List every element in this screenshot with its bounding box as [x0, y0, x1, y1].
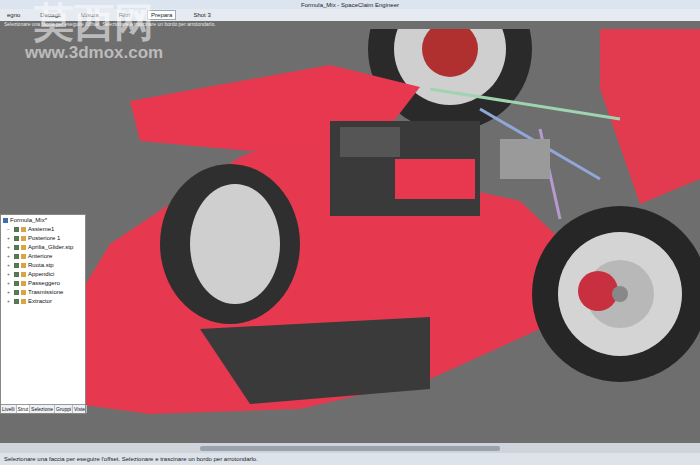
ribbon-tab[interactable]: egno [4, 11, 23, 19]
tree-item[interactable]: +Extractor [3, 297, 83, 306]
visibility-checkbox[interactable] [14, 272, 19, 277]
visibility-checkbox[interactable] [14, 236, 19, 241]
tree-root[interactable]: Formula_Mix* [3, 216, 83, 225]
tree-item[interactable]: −Assieme1 [3, 225, 83, 234]
hint-bar: Selezionare una faccia per eseguire l'of… [0, 21, 700, 29]
ribbon-tab[interactable]: Filtri [116, 11, 133, 19]
ribbon-tab[interactable]: Dettagli [37, 11, 63, 19]
component-icon [21, 290, 26, 295]
expand-icon[interactable]: + [7, 272, 12, 277]
component-icon [21, 299, 26, 304]
component-icon [21, 245, 26, 250]
car-model-icon[interactable] [0, 29, 700, 436]
visibility-checkbox[interactable] [14, 263, 19, 268]
component-icon [21, 263, 26, 268]
visibility-checkbox[interactable] [14, 245, 19, 250]
viewport[interactable]: Formula_Mix*−Assieme1+Posteriore 1+April… [0, 29, 700, 443]
status-bar: Selezionare una faccia per eseguire l'of… [0, 453, 700, 465]
panel-tab[interactable]: Strut [17, 405, 31, 413]
status-text: Selezionare una faccia per eseguire l'of… [4, 455, 258, 463]
component-icon [21, 227, 26, 232]
component-icon [21, 272, 26, 277]
panel-tab[interactable]: Gruppi [55, 405, 73, 413]
tree-panel: Formula_Mix*−Assieme1+Posteriore 1+April… [0, 214, 86, 414]
ribbon-tab[interactable]: Misura [78, 11, 102, 19]
panel-tab[interactable]: Livelli [1, 405, 17, 413]
visibility-checkbox[interactable] [14, 290, 19, 295]
expand-icon[interactable]: + [7, 245, 12, 250]
expand-icon[interactable]: + [7, 254, 12, 259]
tree-item[interactable]: +Posteriore 1 [3, 234, 83, 243]
tree-item[interactable]: +Appendici [3, 270, 83, 279]
hint-text: Selezionare una faccia per eseguire l'of… [4, 21, 216, 27]
visibility-checkbox[interactable] [14, 254, 19, 259]
tree-item[interactable]: +Trasmissione [3, 288, 83, 297]
ribbon-tab[interactable]: Prepara [147, 10, 176, 20]
tree-item[interactable]: +Passeggero [3, 279, 83, 288]
expand-icon[interactable]: + [7, 236, 12, 241]
expand-icon[interactable]: + [7, 299, 12, 304]
panel-tab[interactable]: Selezione [30, 405, 55, 413]
app-window: Formula_Mix - SpaceClaim Engineer egno Det… [0, 0, 700, 465]
horizontal-scrollbar[interactable] [0, 443, 700, 453]
title-bar: Formula_Mix - SpaceClaim Engineer [0, 0, 700, 9]
watermark: 莫西网www.3dmox.com [25, 0, 163, 62]
visibility-checkbox[interactable] [14, 299, 19, 304]
visibility-checkbox[interactable] [14, 281, 19, 286]
component-icon [21, 236, 26, 241]
ribbon-tab[interactable]: Shot 3 [190, 11, 213, 19]
panel-tab[interactable]: Viste [73, 405, 87, 413]
visibility-checkbox[interactable] [14, 227, 19, 232]
expand-icon[interactable]: + [7, 263, 12, 268]
tree-item[interactable]: +Aprilia_Glider.stp [3, 243, 83, 252]
expand-icon[interactable]: + [7, 290, 12, 295]
ribbon-tabs: egno Dettagli Misura Filtri Prepara Shot 3 [0, 9, 700, 21]
assembly-icon [3, 218, 8, 223]
window-title: Formula_Mix - SpaceClaim Engineer [301, 1, 399, 9]
component-icon [21, 254, 26, 259]
expand-icon[interactable]: + [7, 281, 12, 286]
expand-icon[interactable]: − [7, 227, 12, 232]
panel-tabs: LivelliStrutSelezioneGruppiViste [1, 404, 85, 413]
tree-item[interactable]: +Anteriore [3, 252, 83, 261]
tree-item[interactable]: +Ruota.stp [3, 261, 83, 270]
component-icon [21, 281, 26, 286]
